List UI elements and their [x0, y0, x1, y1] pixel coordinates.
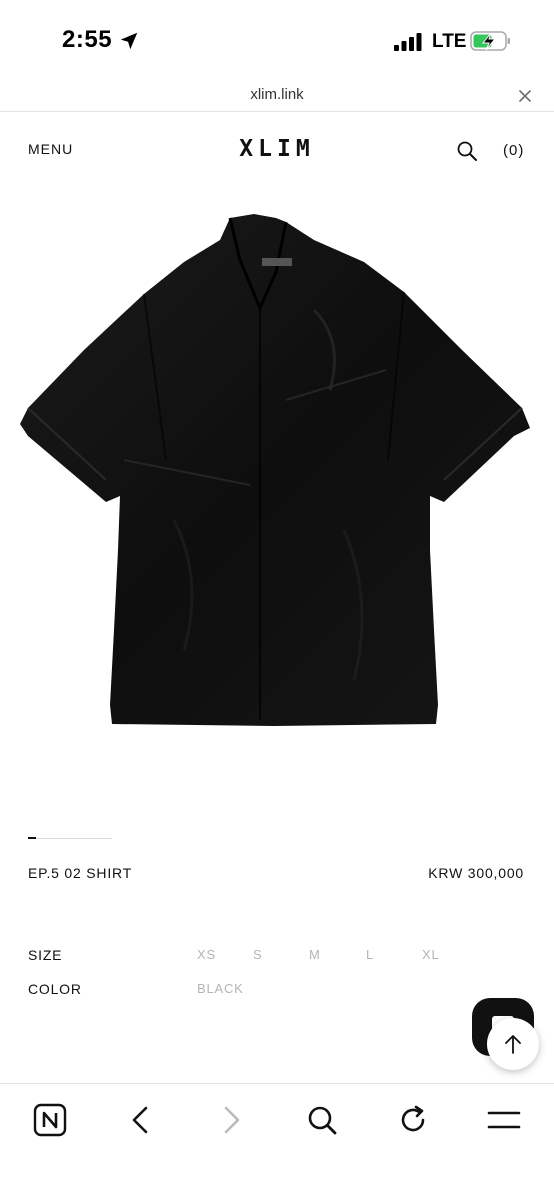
product-image[interactable]: [14, 200, 540, 760]
size-option-s[interactable]: S: [253, 947, 262, 962]
cart-count[interactable]: (0): [503, 142, 524, 159]
naver-home-icon: [33, 1103, 67, 1137]
image-slider-thumb: [28, 837, 36, 839]
search-icon: [308, 1106, 337, 1135]
arrow-up-icon: [505, 1035, 521, 1054]
signal-bars-icon: [394, 33, 422, 51]
color-option-black[interactable]: BLACK: [197, 981, 244, 996]
search-icon[interactable]: [456, 140, 478, 162]
reload-icon: [401, 1105, 425, 1132]
network-label: LTE: [432, 31, 467, 52]
size-option-m[interactable]: M: [309, 947, 321, 962]
status-time: 2:55: [62, 26, 113, 53]
menu-button-toolbar[interactable]: [486, 1102, 522, 1138]
forward-icon: [224, 1106, 240, 1134]
url-text[interactable]: xlim.link: [0, 86, 554, 103]
size-option-l[interactable]: L: [366, 947, 374, 962]
scroll-top-button[interactable]: [487, 1018, 539, 1070]
forward-button[interactable]: [213, 1102, 249, 1138]
back-button[interactable]: [123, 1102, 159, 1138]
product-name: EP.5 02 SHIRT: [28, 865, 133, 881]
reload-button[interactable]: [395, 1102, 431, 1138]
address-bar[interactable]: xlim.link: [0, 80, 554, 112]
site-header: MENU XLIM (0): [0, 112, 554, 184]
size-option-xl[interactable]: XL: [422, 947, 440, 962]
location-arrow-icon: [120, 32, 138, 50]
back-icon: [132, 1106, 148, 1134]
battery-charging-icon: [470, 31, 510, 51]
menu-icon: [487, 1111, 521, 1129]
browser-toolbar: [0, 1083, 554, 1200]
naver-home-button[interactable]: [32, 1102, 68, 1138]
size-option-xs[interactable]: XS: [197, 947, 216, 962]
search-button[interactable]: [304, 1102, 340, 1138]
close-icon[interactable]: [515, 86, 535, 106]
status-bar: 2:55 LTE: [0, 0, 554, 80]
color-label: COLOR: [28, 981, 82, 997]
image-slider-track[interactable]: [28, 838, 112, 839]
size-label: SIZE: [28, 947, 63, 963]
product-price: KRW 300,000: [428, 865, 524, 881]
